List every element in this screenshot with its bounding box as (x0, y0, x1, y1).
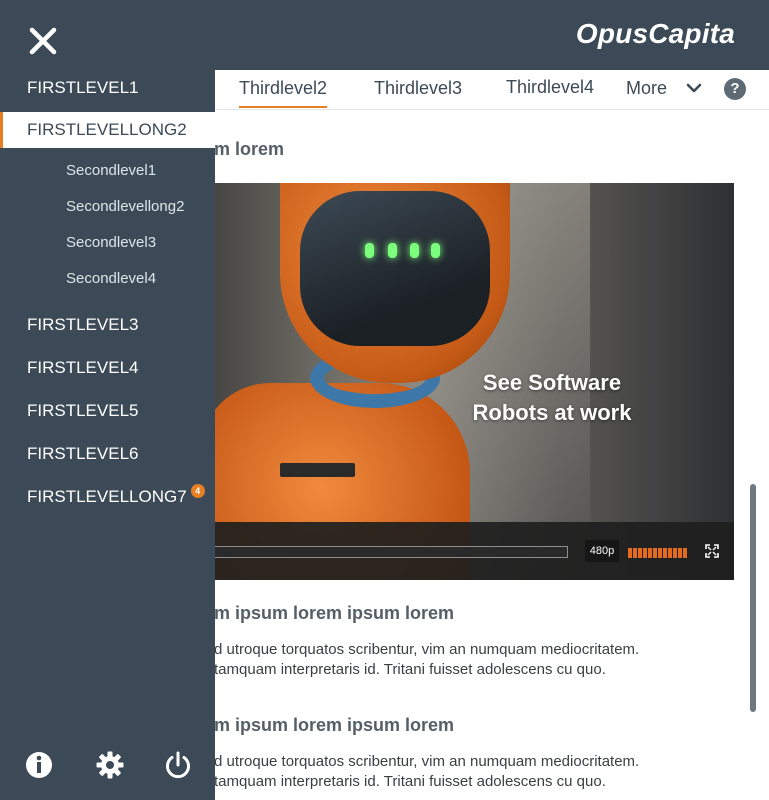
side-drawer: FIRSTLEVEL1 FIRSTLEVELLONG2 Secondlevel1… (0, 70, 215, 800)
video-caption-line2: Robots at work (472, 400, 632, 425)
robot-visor (300, 191, 490, 346)
help-icon[interactable]: ? (724, 78, 746, 100)
subnav-item-secondlevel3[interactable]: Secondlevel3 (66, 234, 156, 251)
robot-eye (388, 243, 397, 258)
brand-logo: OpusCapita (575, 18, 735, 49)
robot-eye (431, 243, 440, 258)
robot-eye (410, 243, 419, 258)
close-icon[interactable] (28, 26, 58, 56)
nav-item-firstlevel3[interactable]: FIRSTLEVEL3 (0, 307, 215, 343)
nav-item-firstlevellong7[interactable]: FIRSTLEVELLONG7 4 (0, 479, 215, 515)
section-text-line: tamquam interpretaris id. Tritani fuisse… (214, 661, 606, 678)
video-player[interactable]: See Software Robots at work 480p (140, 183, 734, 580)
quality-button[interactable]: 480p (585, 540, 619, 562)
gear-icon[interactable] (95, 750, 125, 780)
power-icon[interactable] (163, 750, 193, 780)
notification-badge: 4 (190, 484, 205, 498)
chevron-down-icon[interactable] (684, 78, 704, 98)
subnav-item-secondlevellong2[interactable]: Secondlevellong2 (66, 198, 184, 215)
nav-item-firstlevel1[interactable]: FIRSTLEVEL1 (0, 70, 215, 106)
tab-thirdlevel3[interactable]: Thirdlevel3 (374, 78, 462, 106)
fullscreen-icon[interactable] (705, 544, 719, 558)
robot-eye (365, 243, 374, 258)
tab-more[interactable]: More (626, 78, 667, 106)
nav-item-firstlevel4[interactable]: FIRSTLEVEL4 (0, 350, 215, 386)
tab-thirdlevel4[interactable]: Thirdlevel4 (506, 77, 594, 105)
section-text-line: tamquam interpretaris id. Tritani fuisse… (214, 773, 606, 790)
nav-item-label: FIRSTLEVELLONG7 (27, 487, 187, 506)
section-text-line: d utroque torquatos scribentur, vim an n… (214, 753, 640, 770)
section-text-line: d utroque torquatos scribentur, vim an n… (214, 641, 640, 658)
section-title: m ipsum lorem ipsum lorem (214, 715, 455, 735)
robot-band (280, 463, 355, 477)
nav-item-label: FIRSTLEVEL4 (27, 358, 139, 377)
video-caption: See Software Robots at work (422, 368, 682, 428)
video-caption-line1: See Software (482, 370, 622, 395)
nav-item-firstlevel6[interactable]: FIRSTLEVEL6 (0, 436, 215, 472)
scrollbar-thumb[interactable] (750, 484, 756, 712)
nav-item-label: FIRSTLEVEL1 (27, 78, 139, 97)
nav-item-firstlevel5[interactable]: FIRSTLEVEL5 (0, 393, 215, 429)
tab-thirdlevel2[interactable]: Thirdlevel2 (239, 78, 328, 108)
info-icon[interactable] (24, 750, 54, 780)
nav-item-firstlevellong2[interactable]: FIRSTLEVELLONG2 (0, 112, 215, 148)
subnav-item-secondlevel4[interactable]: Secondlevel4 (66, 270, 156, 287)
section-title: m ipsum lorem ipsum lorem (214, 603, 455, 623)
nav-item-label: FIRSTLEVEL6 (27, 444, 139, 463)
volume-slider[interactable] (628, 548, 687, 558)
subnav-item-secondlevel1[interactable]: Secondlevel1 (66, 162, 156, 179)
content-heading: m lorem (214, 139, 285, 159)
top-header: OpusCapita (0, 0, 769, 70)
nav-item-label: FIRSTLEVELLONG2 (27, 120, 187, 139)
nav-item-label: FIRSTLEVEL5 (27, 401, 139, 420)
nav-item-label: FIRSTLEVEL3 (27, 315, 139, 334)
video-controls: 480p (140, 522, 734, 580)
